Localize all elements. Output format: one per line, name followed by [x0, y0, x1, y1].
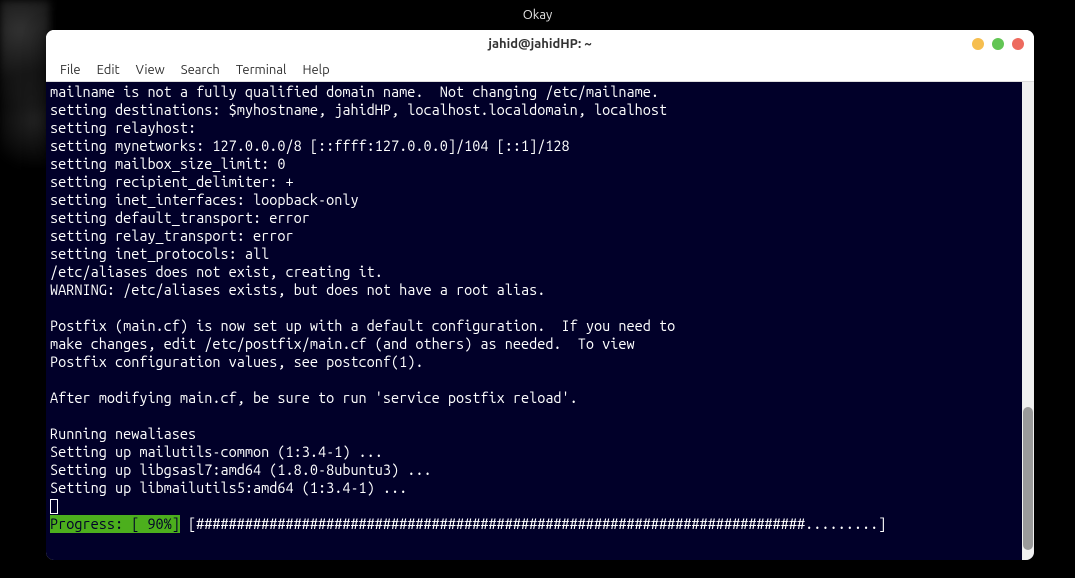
progress-bar: [#######################################…	[180, 515, 895, 533]
terminal-body[interactable]: mailname is not a fully qualified domain…	[46, 82, 1034, 560]
scrollbar-thumb[interactable]	[1023, 407, 1033, 550]
scrollbar[interactable]	[1022, 82, 1034, 560]
menu-file[interactable]: File	[54, 63, 87, 77]
close-button[interactable]	[1012, 38, 1024, 50]
window-title: jahid@jahidHP: ~	[488, 37, 591, 51]
titlebar: jahid@jahidHP: ~	[46, 30, 1034, 58]
progress-label: Progress: [ 90%]	[50, 515, 180, 533]
progress-line: Progress: [ 90%] [######################…	[50, 515, 1030, 533]
terminal-output: mailname is not a fully qualified domain…	[50, 83, 1030, 497]
menu-view[interactable]: View	[130, 63, 171, 77]
menubar: File Edit View Search Terminal Help	[46, 58, 1034, 82]
window-controls	[972, 38, 1024, 50]
menu-edit[interactable]: Edit	[91, 63, 126, 77]
menu-terminal[interactable]: Terminal	[230, 63, 293, 77]
okay-button[interactable]: Okay	[523, 8, 553, 22]
menu-search[interactable]: Search	[175, 63, 226, 77]
terminal-window: jahid@jahidHP: ~ File Edit View Search T…	[46, 30, 1034, 560]
cursor	[50, 499, 58, 514]
minimize-button[interactable]	[972, 38, 984, 50]
menu-help[interactable]: Help	[296, 63, 335, 77]
background-blur	[0, 0, 50, 200]
maximize-button[interactable]	[992, 38, 1004, 50]
